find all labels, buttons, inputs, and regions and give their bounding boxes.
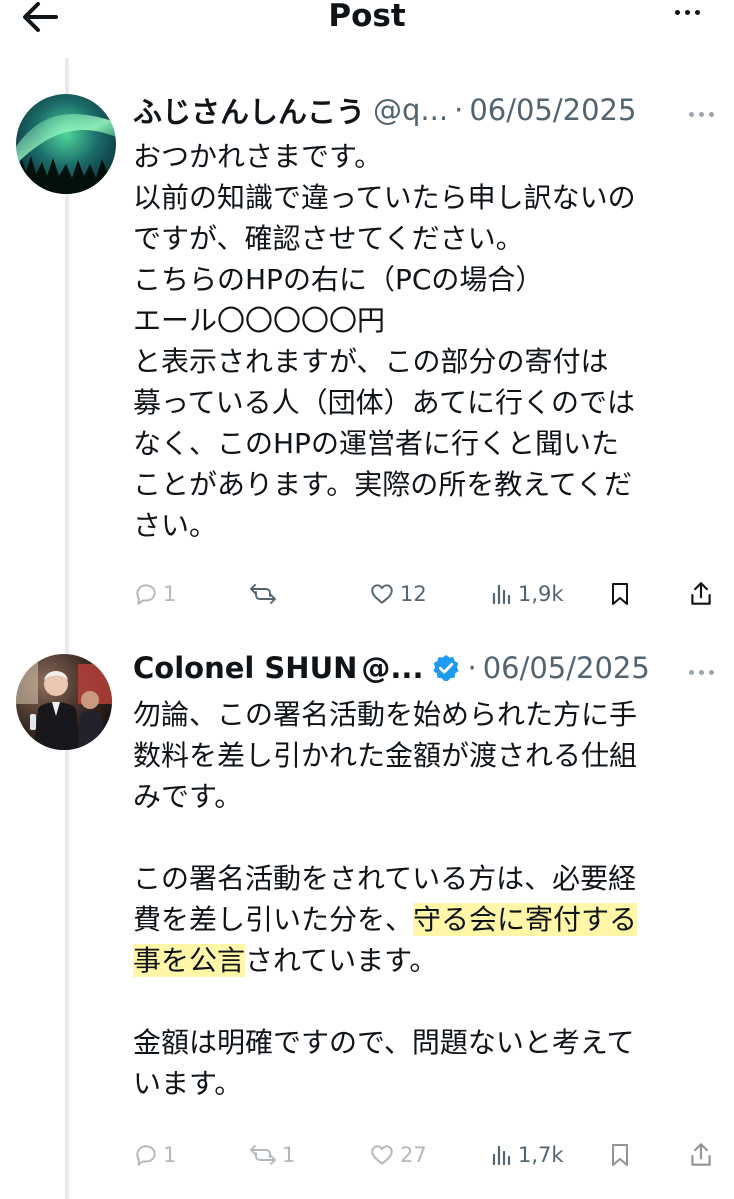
repost-button[interactable] xyxy=(248,577,282,611)
bookmark-button[interactable] xyxy=(608,1138,632,1172)
views-chart-icon xyxy=(492,1145,511,1166)
more-horizontal-icon xyxy=(689,670,714,675)
share-icon xyxy=(691,582,711,605)
bookmark-button[interactable] xyxy=(608,577,632,611)
bookmark-icon xyxy=(612,1144,628,1166)
text-segment: されています。 xyxy=(245,944,438,977)
post-text-line: 金額は明確ですので、問題ないと考えて xyxy=(133,1026,635,1059)
post-text-line: 費を差し引いた分を、守る会に寄付する xyxy=(133,899,723,940)
post-text-line: なく、このHPの運営者に行くと聞いた xyxy=(133,427,619,460)
views-chart-icon xyxy=(492,584,511,605)
text-segment: 費を差し引いた分を、 xyxy=(133,903,414,936)
display-name[interactable]: Colonel SHUN xyxy=(133,651,357,685)
post-text-line: 数料を差し引かれた金額が渡される仕組 xyxy=(133,739,638,772)
post-text-line: ですが、確認させてください。 xyxy=(133,222,524,255)
share-button[interactable] xyxy=(688,577,714,611)
action-bar-right: 1,7k xyxy=(133,1138,718,1172)
avatar[interactable] xyxy=(16,654,112,750)
post-text-line: と表示されますが、この部分の寄付は xyxy=(133,345,609,378)
views-button[interactable]: 1,9k xyxy=(490,577,564,611)
post-text-line: エール〇〇〇〇〇円 xyxy=(133,304,386,337)
more-horizontal-icon xyxy=(675,10,700,15)
highlighted-text: 事を公言 xyxy=(133,944,246,977)
post-text-line: さい。 xyxy=(133,509,218,542)
post-text-line: おつかれさまです。 xyxy=(133,140,383,173)
user-handle[interactable]: @q... xyxy=(373,93,448,127)
verified-badge-icon xyxy=(433,654,459,682)
post-text-line: ことがあります。実際の所を教えてくだ xyxy=(133,468,632,501)
post-text-line: みです。 xyxy=(133,780,243,813)
post-date[interactable]: 06/05/2025 xyxy=(483,651,650,685)
page-title: Post xyxy=(328,0,406,34)
user-handle[interactable]: @... xyxy=(361,651,423,685)
views-count: 1,7k xyxy=(518,1143,564,1167)
more-horizontal-icon xyxy=(689,112,714,117)
display-name[interactable]: ふじさんしんこう xyxy=(133,89,365,131)
separator-dot: · xyxy=(454,93,464,127)
post-text-line: 勿論、この署名活動を始められた方に手 xyxy=(133,698,638,731)
post-text: おつかれさまです。 以前の知識で違っていたら申し訳ないの ですが、確認させてくだ… xyxy=(133,136,723,546)
repost-icon xyxy=(250,584,276,604)
bookmark-icon xyxy=(612,583,628,605)
post-more-button[interactable] xyxy=(689,670,714,675)
avatar[interactable] xyxy=(16,94,116,194)
top-bar: Post xyxy=(0,0,734,40)
more-options-button[interactable] xyxy=(675,10,700,15)
post-header: ふじさんしんこう @q... · 06/05/2025 xyxy=(133,88,734,132)
share-button[interactable] xyxy=(688,1138,714,1172)
post-text-line: こちらのHPの右に（PCの場合） xyxy=(133,263,544,296)
post-text-blank-line xyxy=(133,817,723,858)
post-more-button[interactable] xyxy=(689,112,714,117)
share-icon xyxy=(691,1143,711,1166)
post-text-line: 以前の知識で違っていたら申し訳ないの xyxy=(133,181,636,214)
post-date[interactable]: 06/05/2025 xyxy=(469,93,636,127)
views-button[interactable]: 1,7k xyxy=(490,1138,564,1172)
highlighted-text: 守る会に寄付する xyxy=(413,903,638,936)
thread-connector-line xyxy=(65,58,69,1199)
heart-icon xyxy=(371,584,393,604)
post-text-blank-line xyxy=(133,981,723,1022)
post-text-line: 事を公言されています。 xyxy=(133,940,723,981)
post-text-line: 募っている人（団体）あてに行くのでは xyxy=(133,386,636,419)
post-text-line: この署名活動をされている方は、必要経 xyxy=(133,862,637,895)
post-header: Colonel SHUN @... · 06/05/2025 xyxy=(133,646,734,690)
post-text-line: います。 xyxy=(133,1067,243,1100)
like-button[interactable]: 12 xyxy=(368,577,427,611)
like-count: 12 xyxy=(400,582,427,606)
post-text: 勿論、この署名活動を始められた方に手 数料を差し引かれた金額が渡される仕組 みで… xyxy=(133,694,723,1104)
separator-dot: · xyxy=(467,651,477,685)
action-bar-right: 12 1,9k xyxy=(133,577,718,611)
views-count: 1,9k xyxy=(518,582,564,606)
